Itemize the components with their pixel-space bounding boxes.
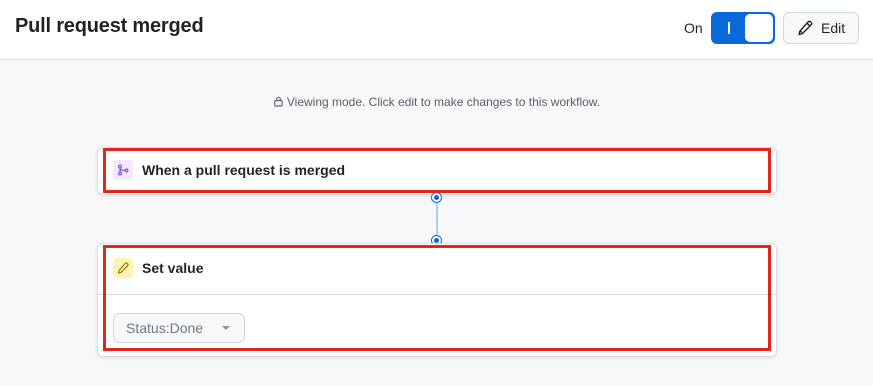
workflow-enabled-toggle[interactable]: [711, 12, 775, 44]
edit-button[interactable]: Edit: [783, 12, 859, 44]
top-bar: Pull request merged On Edit: [0, 0, 873, 60]
toggle-on-indicator: [728, 22, 730, 34]
workflow-connector: [436, 198, 438, 240]
viewing-mode-notice: Viewing mode. Click edit to make changes…: [0, 95, 873, 109]
edit-button-label: Edit: [821, 20, 846, 36]
pencil-icon: [798, 20, 813, 36]
toggle-knob: [745, 14, 773, 42]
highlight-box-trigger: [103, 148, 771, 193]
toggle-label: On: [684, 20, 703, 36]
connector-start-dot: [432, 193, 441, 202]
page-title: Pull request merged: [15, 15, 204, 37]
notice-text: Viewing mode. Click edit to make changes…: [286, 95, 601, 109]
lock-icon: [274, 96, 283, 107]
highlight-box-action: [103, 245, 771, 351]
